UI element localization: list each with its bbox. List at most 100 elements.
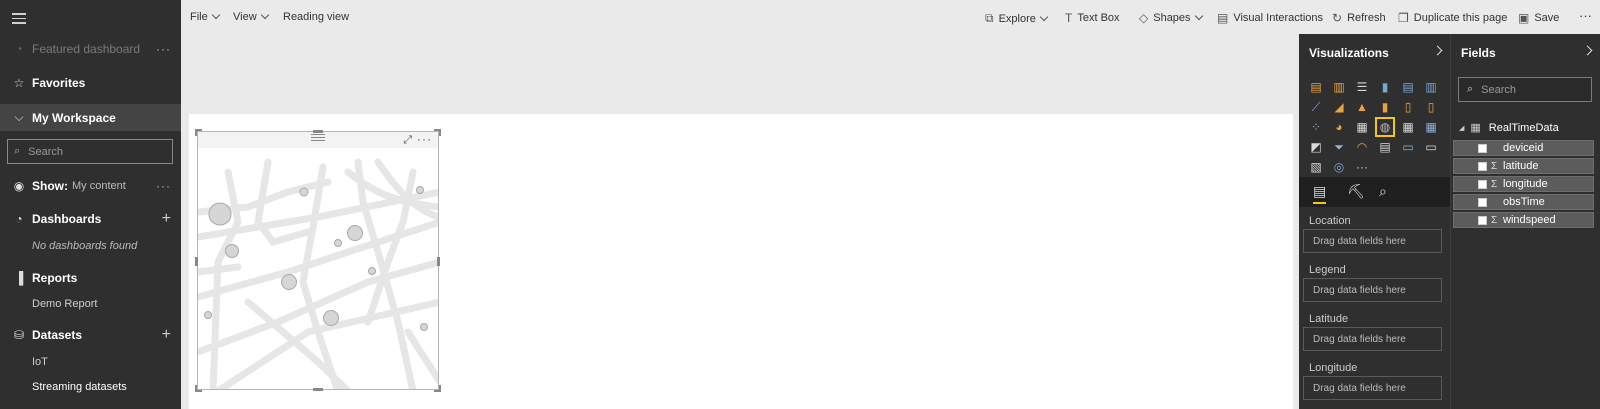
map-visual[interactable]: ⤢ ··· bbox=[197, 131, 439, 390]
explore-menu[interactable]: ⧉ Explore bbox=[985, 11, 1049, 26]
field-row[interactable]: deviceid bbox=[1453, 140, 1594, 156]
gauge-icon[interactable]: ◠ bbox=[1352, 137, 1372, 157]
line-column-chart-icon[interactable]: ▮ bbox=[1375, 97, 1395, 117]
resize-handle-bottom[interactable] bbox=[313, 388, 323, 391]
well-drop-legend[interactable]: Drag data fields here bbox=[1303, 278, 1442, 302]
matrix-icon[interactable]: ▦ bbox=[1421, 117, 1441, 137]
stacked-bar-chart-icon[interactable]: ▤ bbox=[1306, 77, 1326, 97]
card-icon[interactable]: ▭ bbox=[1398, 137, 1418, 157]
toolbar-more-icon[interactable]: ··· bbox=[1579, 8, 1592, 23]
donut-chart-icon[interactable]: ◎ bbox=[1329, 157, 1349, 177]
nav-my-workspace[interactable]: ⌵ My Workspace bbox=[0, 104, 181, 131]
more-visuals-icon[interactable]: ··· bbox=[1352, 157, 1372, 177]
resize-handle-bottom-left[interactable] bbox=[195, 385, 202, 392]
pie-chart-icon[interactable]: ◕ bbox=[1329, 117, 1349, 137]
resize-handle-top-right[interactable] bbox=[434, 129, 441, 136]
nav-dashboards[interactable]: ◔ Dashboards + bbox=[0, 210, 181, 228]
field-row[interactable]: Σ windspeed bbox=[1453, 212, 1594, 228]
nav-favorites[interactable]: ☆ Favorites bbox=[0, 76, 181, 90]
nav-featured-dashboard[interactable]: ◔ Featured dashboard ··· bbox=[0, 42, 181, 56]
show-more-icon[interactable]: ··· bbox=[156, 179, 171, 193]
stacked-area-chart-icon[interactable]: ▲ bbox=[1352, 97, 1372, 117]
fields-tab-icon[interactable]: ▤ bbox=[1313, 183, 1327, 204]
nav-search-box[interactable]: ⌕ bbox=[7, 139, 173, 164]
format-paint-roller-icon[interactable]: ⛏ bbox=[1347, 183, 1365, 200]
no-dashboards-text: No dashboards found bbox=[32, 240, 138, 252]
nav-item-streaming-datasets[interactable]: Streaming datasets bbox=[32, 381, 127, 393]
nav-datasets-label: Datasets bbox=[32, 328, 83, 342]
field-checkbox[interactable] bbox=[1478, 215, 1487, 225]
line-clustered-column-chart-icon[interactable]: ▯ bbox=[1398, 97, 1418, 117]
collapse-visualizations-icon[interactable] bbox=[1432, 45, 1443, 56]
fields-search-input[interactable] bbox=[1481, 83, 1582, 96]
nav-dashboards-label: Dashboards bbox=[32, 212, 102, 226]
drag-grip-icon[interactable] bbox=[311, 134, 325, 143]
nav-item-iot[interactable]: IoT bbox=[32, 356, 48, 368]
stacked-column-chart-icon[interactable]: ▥ bbox=[1329, 77, 1349, 97]
resize-handle-top[interactable] bbox=[313, 130, 323, 133]
nav-reports-label: Reports bbox=[32, 271, 78, 285]
visual-interactions-icon: ▤ bbox=[1217, 11, 1229, 25]
add-dashboard-icon[interactable]: + bbox=[162, 210, 171, 228]
well-drop-latitude[interactable]: Drag data fields here bbox=[1303, 327, 1442, 351]
file-menu[interactable]: File bbox=[190, 10, 220, 23]
nav-search-input[interactable] bbox=[28, 145, 159, 158]
area-chart-icon[interactable]: ◢ bbox=[1329, 97, 1349, 117]
hamburger-menu-icon[interactable] bbox=[12, 13, 26, 27]
expand-caret-icon[interactable]: ◢ bbox=[1459, 124, 1464, 132]
clustered-bar-chart-icon[interactable]: ☰ bbox=[1352, 77, 1372, 97]
map-icon[interactable]: ◍ bbox=[1375, 117, 1395, 137]
save-button[interactable]: ▣ Save bbox=[1518, 11, 1559, 25]
slicer-icon[interactable]: ▧ bbox=[1306, 157, 1326, 177]
nav-datasets[interactable]: ⛁ Datasets + bbox=[0, 326, 181, 344]
visual-more-icon[interactable]: ··· bbox=[417, 132, 432, 146]
view-menu[interactable]: View bbox=[233, 10, 269, 23]
field-checkbox[interactable] bbox=[1478, 143, 1487, 153]
field-checkbox[interactable] bbox=[1478, 161, 1487, 171]
field-checkbox[interactable] bbox=[1478, 197, 1487, 207]
duplicate-page-button[interactable]: ❐ Duplicate this page bbox=[1398, 11, 1507, 25]
sigma-icon: Σ bbox=[1491, 178, 1498, 190]
fields-search-box[interactable]: ⌕ bbox=[1458, 77, 1592, 102]
well-drop-location[interactable]: Drag data fields here bbox=[1303, 229, 1442, 253]
well-drop-longitude[interactable]: Drag data fields here bbox=[1303, 376, 1442, 400]
analytics-magnifier-icon[interactable]: ⌕ bbox=[1379, 183, 1387, 200]
nav-show-filter[interactable]: ◉ Show: My content ··· bbox=[0, 179, 181, 193]
field-row[interactable]: obsTime bbox=[1453, 194, 1594, 210]
100-percent-column-chart-icon[interactable]: ▥ bbox=[1421, 77, 1441, 97]
visual-pane-tabs: ▤ ⛏ ⌕ bbox=[1299, 177, 1450, 207]
chevron-down-icon bbox=[260, 10, 269, 20]
shapes-menu[interactable]: ◇ Shapes bbox=[1139, 11, 1203, 25]
field-checkbox[interactable] bbox=[1478, 179, 1487, 189]
resize-handle-right[interactable] bbox=[437, 257, 440, 266]
kpi-icon[interactable]: ▭ bbox=[1421, 137, 1441, 157]
featured-more-icon[interactable]: ··· bbox=[156, 42, 171, 56]
funnel-icon[interactable]: ⏷ bbox=[1329, 137, 1349, 157]
field-name: windspeed bbox=[1503, 214, 1556, 226]
treemap-icon[interactable]: ▦ bbox=[1352, 117, 1372, 137]
collapse-fields-icon[interactable] bbox=[1582, 45, 1593, 56]
table-icon[interactable]: ▦ bbox=[1398, 117, 1418, 137]
field-row[interactable]: Σ latitude bbox=[1453, 158, 1594, 174]
add-dataset-icon[interactable]: + bbox=[162, 326, 171, 344]
table-node-realtimedata[interactable]: ◢ ▦ RealTimeData bbox=[1459, 121, 1559, 135]
reading-view-button[interactable]: Reading view bbox=[283, 11, 349, 23]
text-box-button[interactable]: T Text Box bbox=[1065, 11, 1120, 25]
100-percent-bar-chart-icon[interactable]: ▤ bbox=[1398, 77, 1418, 97]
focus-mode-icon[interactable]: ⤢ bbox=[403, 134, 412, 147]
nav-reports[interactable]: ▐ Reports bbox=[0, 271, 181, 285]
resize-handle-top-left[interactable] bbox=[195, 129, 202, 136]
nav-item-demo-report[interactable]: Demo Report bbox=[32, 298, 97, 310]
multi-row-card-icon[interactable]: ▤ bbox=[1375, 137, 1395, 157]
filled-map-icon[interactable]: ◩ bbox=[1306, 137, 1326, 157]
resize-handle-left[interactable] bbox=[195, 257, 198, 266]
resize-handle-bottom-right[interactable] bbox=[434, 385, 441, 392]
scatter-chart-icon[interactable]: ⁘ bbox=[1306, 117, 1326, 137]
map-placeholder-graphic bbox=[198, 158, 438, 389]
refresh-button[interactable]: ↻ Refresh bbox=[1332, 11, 1386, 25]
line-chart-icon[interactable]: ⟋ bbox=[1306, 97, 1326, 117]
visual-interactions-button[interactable]: ▤ Visual Interactions bbox=[1217, 11, 1323, 25]
ribbon-chart-icon[interactable]: ▯ bbox=[1421, 97, 1441, 117]
field-row[interactable]: Σ longitude bbox=[1453, 176, 1594, 192]
clustered-column-chart-icon[interactable]: ▮ bbox=[1375, 77, 1395, 97]
